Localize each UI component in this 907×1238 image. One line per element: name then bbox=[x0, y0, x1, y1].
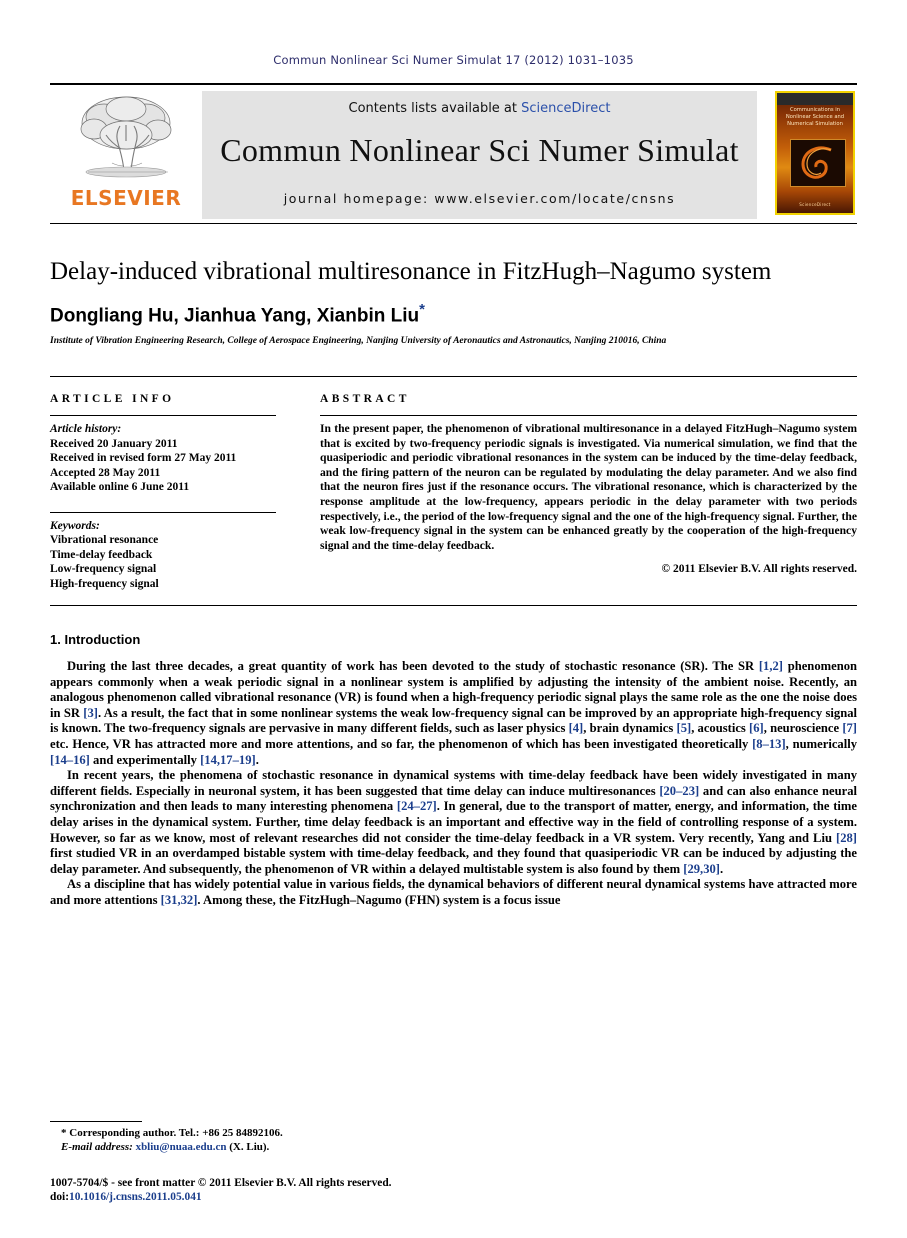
info-abstract-block: ARTICLE INFO Article history: Received 2… bbox=[50, 376, 857, 591]
cover-artwork-box bbox=[790, 139, 846, 187]
history-item: Received in revised form 27 May 2011 bbox=[50, 452, 237, 465]
text-run: , numerically bbox=[785, 737, 858, 752]
citation-link[interactable]: [1,2] bbox=[759, 659, 783, 673]
cover-title-line2: Nonlinear Science and bbox=[785, 114, 845, 120]
cover-image: Communications in Nonlinear Science and … bbox=[775, 91, 855, 215]
cover-title-line3: Numerical Simulation bbox=[787, 121, 843, 127]
masthead-bottom-rule bbox=[50, 223, 857, 224]
keyword-item: Low-frequency signal bbox=[50, 563, 157, 576]
citation-link[interactable]: [14–16] bbox=[50, 753, 90, 767]
text-run: . Among these, the FitzHugh–Nagumo (FHN)… bbox=[197, 892, 561, 907]
sciencedirect-link[interactable]: ScienceDirect bbox=[521, 101, 610, 116]
paragraph: As a discipline that has widely potentia… bbox=[50, 877, 857, 908]
citation-link[interactable]: [29,30] bbox=[683, 862, 720, 876]
email-note: E-mail address: xbliu@nuaa.edu.cn (X. Li… bbox=[50, 1140, 857, 1154]
page-title: Delay-induced vibrational multiresonance… bbox=[50, 258, 772, 285]
citation-link[interactable]: [8–13] bbox=[752, 737, 786, 751]
doi-line: doi:10.1016/j.cnsns.2011.05.041 bbox=[50, 1190, 392, 1204]
contents-available-line: Contents lists available at ScienceDirec… bbox=[349, 101, 611, 116]
text-run: , brain dynamics bbox=[583, 721, 677, 736]
abstract-heading: ABSTRACT bbox=[320, 393, 410, 406]
keywords-list: Keywords: Vibrational resonance Time-del… bbox=[50, 513, 276, 592]
contents-prefix: Contents lists available at bbox=[348, 101, 522, 116]
citation-link[interactable]: [4] bbox=[569, 721, 584, 735]
citation-link[interactable]: [28] bbox=[836, 831, 857, 845]
email-link[interactable]: xbliu@nuaa.edu.cn bbox=[136, 1141, 227, 1153]
history-item: Available online 6 June 2011 bbox=[50, 481, 190, 494]
text-run: , neuroscience bbox=[763, 721, 843, 736]
article-history: Article history: Received 20 January 201… bbox=[50, 416, 276, 495]
keyword-item: Vibrational resonance bbox=[50, 534, 159, 547]
author-list: Dongliang Hu, Jianhua Yang, Xianbin Liu* bbox=[50, 301, 857, 327]
info-block-bottom-rule bbox=[50, 605, 857, 607]
text-run: etc. Hence, VR has attracted more and mo… bbox=[50, 737, 753, 752]
cover-footer-text: ScienceDirect bbox=[799, 202, 831, 207]
elsevier-wordmark: ELSEVIER bbox=[70, 186, 182, 210]
journal-homepage-link[interactable]: journal homepage: www.elsevier.com/locat… bbox=[284, 191, 676, 206]
cover-spiral-icon bbox=[801, 146, 832, 179]
email-label: E-mail address: bbox=[61, 1141, 133, 1153]
citation-link[interactable]: [6] bbox=[749, 721, 764, 735]
abstract-column: ABSTRACT In the present paper, the pheno… bbox=[298, 377, 857, 591]
citation-link[interactable]: [5] bbox=[677, 721, 692, 735]
abstract-text: In the present paper, the phenomenon of … bbox=[320, 422, 857, 552]
citation-link[interactable]: [14,17–19] bbox=[200, 753, 256, 767]
article-info-column: ARTICLE INFO Article history: Received 2… bbox=[50, 377, 298, 591]
journal-masthead: ELSEVIER Contents lists available at Sci… bbox=[50, 83, 857, 219]
running-head: Commun Nonlinear Sci Numer Simulat 17 (2… bbox=[273, 53, 634, 67]
citation-link[interactable]: [20–23] bbox=[659, 784, 699, 798]
text-run: and experimentally bbox=[89, 752, 201, 767]
keywords-label: Keywords: bbox=[50, 519, 100, 532]
text-run: , acoustics bbox=[691, 721, 750, 736]
cover-header-bar bbox=[777, 93, 853, 105]
introduction-heading: 1. Introduction bbox=[50, 632, 141, 648]
affiliation: Institute of Vibration Engineering Resea… bbox=[50, 336, 667, 347]
citation-link[interactable]: [24–27] bbox=[397, 799, 437, 813]
keyword-item: High-frequency signal bbox=[50, 577, 159, 590]
journal-banner: Contents lists available at ScienceDirec… bbox=[202, 91, 757, 219]
doi-label: doi: bbox=[50, 1191, 69, 1203]
cover-title-line1: Communications in bbox=[790, 107, 840, 113]
imprint: 1007-5704/$ - see front matter © 2011 El… bbox=[50, 1176, 392, 1204]
journal-title: Commun Nonlinear Sci Numer Simulat bbox=[220, 132, 739, 168]
paragraph: During the last three decades, a great q… bbox=[50, 659, 857, 768]
history-item: Received 20 January 2011 bbox=[50, 437, 178, 450]
introduction-section: 1. Introduction During the last three de… bbox=[50, 632, 857, 909]
citation-link[interactable]: [7] bbox=[842, 721, 857, 735]
doi-link[interactable]: 10.1016/j.cnsns.2011.05.041 bbox=[69, 1191, 202, 1203]
text-run: . bbox=[720, 861, 724, 876]
imprint-issn-line: 1007-5704/$ - see front matter © 2011 El… bbox=[50, 1177, 392, 1189]
cover-title-text: Communications in Nonlinear Science and … bbox=[781, 107, 849, 128]
text-run: During the last three decades, a great q… bbox=[67, 659, 759, 674]
journal-cover-thumbnail: Communications in Nonlinear Science and … bbox=[773, 91, 857, 219]
text-run: . bbox=[255, 752, 259, 767]
article-page: Commun Nonlinear Sci Numer Simulat 17 (2… bbox=[0, 0, 907, 1238]
text-run: first studied VR in an overdamped bistab… bbox=[50, 846, 857, 876]
elsevier-tree-icon bbox=[80, 96, 172, 178]
keyword-item: Time-delay feedback bbox=[50, 548, 153, 561]
author-names: Dongliang Hu, Jianhua Yang, Xianbin Liu bbox=[50, 305, 420, 327]
email-owner: (X. Liu). bbox=[229, 1141, 270, 1153]
history-item: Accepted 28 May 2011 bbox=[50, 466, 161, 479]
footnotes: * Corresponding author. Tel.: +86 25 848… bbox=[50, 1121, 857, 1154]
paragraph: In recent years, the phenomena of stocha… bbox=[50, 768, 857, 877]
corresponding-author-marker: * bbox=[419, 300, 425, 318]
article-history-label: Article history: bbox=[50, 423, 122, 436]
elsevier-logo: ELSEVIER bbox=[50, 91, 202, 219]
citation-link[interactable]: [31,32] bbox=[161, 893, 198, 907]
corresponding-author-note: * Corresponding author. Tel.: +86 25 848… bbox=[61, 1127, 283, 1139]
article-info-heading: ARTICLE INFO bbox=[50, 393, 175, 406]
abstract-copyright: © 2011 Elsevier B.V. All rights reserved… bbox=[661, 563, 857, 576]
footnote-rule bbox=[50, 1121, 142, 1122]
citation-link[interactable]: [3] bbox=[83, 706, 98, 720]
